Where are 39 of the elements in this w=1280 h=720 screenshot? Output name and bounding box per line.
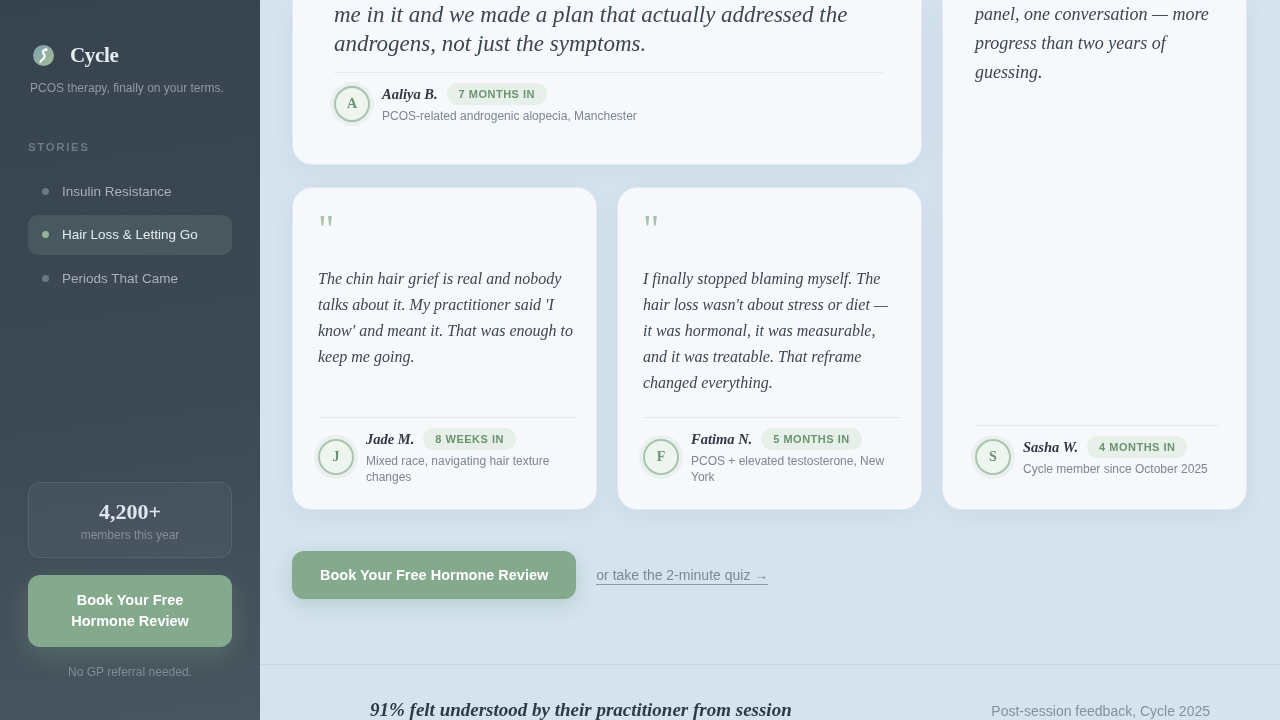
author-name: Aaliya B. [382,85,438,103]
quote-text: me in it and we made a plan that actually addressed the androgens, not just the symptoms. [334,1,849,58]
quote-text: I finally stopped blaming myself. The hair loss wasn't about stress or diet — it was hormonal, it was measurable, and it was treatable. That reframe changed everything. [643,269,890,394]
author-name: Sasha W. [1023,438,1079,456]
avatar-initial: S [975,438,1011,475]
author-name: Fatima N. [691,430,753,448]
sidebar-item[interactable]: Periods That Came [28,258,232,298]
sidebar-item[interactable]: Hair Loss & Letting Go [28,214,232,255]
author-detail: PCOS + elevated testosterone, New York [691,453,886,485]
quote-text: The chin hair grief is real and nobody talks about it. My practitioner said 'I know' and meant it. That was enough to keep me going. [318,269,574,368]
logo-icon [33,44,54,66]
avatar-initial: A [334,85,370,122]
author-detail: Cycle member since October 2025 [1023,461,1208,477]
book-review-button[interactable]: Book Your Free Hormone Review [28,575,232,647]
quiz-link[interactable]: or take the 2-minute quiz → [596,565,769,585]
duration-badge: 4 MONTHS IN [1087,436,1188,458]
book-review-button[interactable]: Book Your Free Hormone Review [292,551,577,599]
stat-value: 4,200+ [98,499,161,525]
footer-source: Post-session feedback, Cycle 2025 [991,702,1210,720]
avatar-initial: F [643,438,679,475]
stat-label: members this year [80,527,180,543]
brand-tagline: PCOS therapy, finally on your terms. [29,80,224,96]
footer-stat: 91% felt understood by their practitioner from session [370,699,792,720]
dot-icon [42,274,49,282]
duration-badge: 7 MONTHS IN [446,83,547,105]
dot-icon [42,231,49,238]
duration-badge: 5 MONTHS IN [761,428,862,450]
quote-text: panel, one conversation — more progress than two years of guessing. [975,3,1210,84]
author-detail: Mixed race, navigating hair texture changes [366,453,551,485]
referral-note: No GP referral needed. [68,664,192,680]
avatar-initial: J [318,438,354,475]
quote-mark: " [318,212,335,236]
author-detail: PCOS-related androgenic alopecia, Manchester [382,108,637,124]
author-name: Jade M. [366,430,415,448]
sidebar-item[interactable]: Insulin Resistance [28,171,232,211]
duration-badge: 8 WEEKS IN [423,428,516,450]
quote-mark: " [643,212,660,236]
dot-icon [42,187,49,195]
brand-name: Cycle [70,42,119,68]
